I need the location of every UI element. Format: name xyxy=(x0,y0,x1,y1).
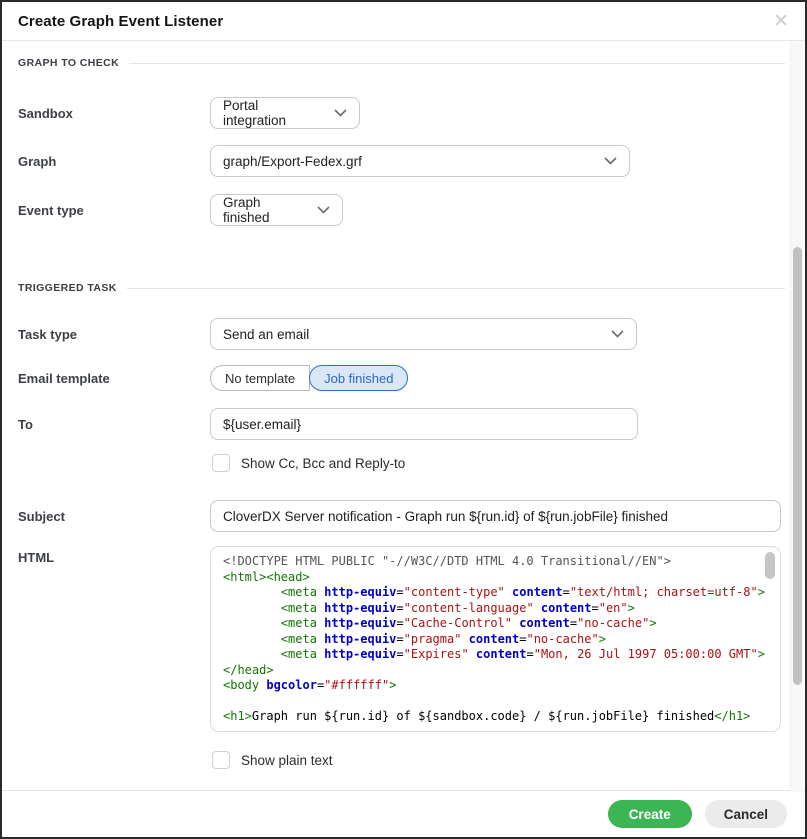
page-scrollbar[interactable] xyxy=(790,41,803,792)
field-row-graph: Graph graph/Export-Fedex.grf xyxy=(18,145,789,177)
section-triggered-task: TRIGGERED TASK xyxy=(18,282,789,294)
no-template-option[interactable]: No template xyxy=(210,365,310,391)
field-row-event-type: Event type Graph finished xyxy=(18,194,789,226)
chevron-down-icon xyxy=(334,109,347,117)
dialog-body: GRAPH TO CHECK Sandbox Portal integratio… xyxy=(2,41,805,769)
email-template-label: Email template xyxy=(18,371,210,386)
field-row-sandbox: Sandbox Portal integration xyxy=(18,97,789,129)
close-icon[interactable]: ✕ xyxy=(773,12,789,31)
code-line: <meta http-equiv="content-language" cont… xyxy=(223,601,768,617)
code-line: <html><head> xyxy=(223,570,768,586)
field-row-to: To xyxy=(18,408,789,440)
code-line: <meta http-equiv="Expires" content="Mon,… xyxy=(223,647,768,663)
subject-label: Subject xyxy=(18,509,210,524)
page-scrollbar-thumb[interactable] xyxy=(793,247,802,685)
show-cc-checkbox[interactable] xyxy=(212,454,230,472)
cc-bcc-checkbox-row: Show Cc, Bcc and Reply-to xyxy=(18,454,789,472)
email-template-toggle: No template Job finished xyxy=(210,365,408,391)
chevron-down-icon xyxy=(611,330,624,338)
task-type-select[interactable]: Send an email xyxy=(210,318,637,350)
field-row-email-template: Email template No template Job finished xyxy=(18,365,789,391)
event-type-selected-value: Graph finished xyxy=(223,195,305,225)
job-finished-option[interactable]: Job finished xyxy=(309,365,408,391)
sandbox-label: Sandbox xyxy=(18,106,210,121)
editor-scrollbar-thumb[interactable] xyxy=(765,552,775,579)
html-code-editor[interactable]: <!DOCTYPE HTML PUBLIC "-//W3C//DTD HTML … xyxy=(210,546,781,732)
field-row-task-type: Task type Send an email xyxy=(18,318,789,350)
show-cc-checkbox-label: Show Cc, Bcc and Reply-to xyxy=(241,456,405,471)
code-line: <meta http-equiv="pragma" content="no-ca… xyxy=(223,632,768,648)
sandbox-selected-value: Portal integration xyxy=(223,98,322,128)
code-content[interactable]: <!DOCTYPE HTML PUBLIC "-//W3C//DTD HTML … xyxy=(211,547,780,732)
code-line: <body bgcolor="#ffffff"> xyxy=(223,678,768,694)
field-row-subject: Subject xyxy=(18,500,789,532)
field-row-html: HTML <!DOCTYPE HTML PUBLIC "-//W3C//DTD … xyxy=(18,546,789,732)
create-button[interactable]: Create xyxy=(608,800,692,828)
subject-input[interactable] xyxy=(210,500,781,532)
dialog-footer: Create Cancel xyxy=(2,790,805,837)
task-type-label: Task type xyxy=(18,327,210,342)
code-line xyxy=(223,694,768,710)
code-line: <!DOCTYPE HTML PUBLIC "-//W3C//DTD HTML … xyxy=(223,554,768,570)
plain-text-checkbox-row: Show plain text xyxy=(18,751,789,769)
code-line: <meta http-equiv="content-type" content=… xyxy=(223,585,768,601)
section-title: TRIGGERED TASK xyxy=(18,282,117,294)
code-line: </head> xyxy=(223,663,768,679)
event-type-label: Event type xyxy=(18,203,210,218)
code-line: <h1>Graph run ${run.id} of ${sandbox.cod… xyxy=(223,709,768,725)
code-line: <meta http-equiv="Cache-Control" content… xyxy=(223,616,768,632)
graph-select[interactable]: graph/Export-Fedex.grf xyxy=(210,145,630,177)
chevron-down-icon xyxy=(604,157,617,165)
section-divider xyxy=(127,288,785,289)
html-label: HTML xyxy=(18,546,210,565)
show-plain-text-checkbox[interactable] xyxy=(212,751,230,769)
show-plain-text-checkbox-label: Show plain text xyxy=(241,753,333,768)
graph-label: Graph xyxy=(18,154,210,169)
to-label: To xyxy=(18,417,210,432)
create-graph-event-listener-dialog: Create Graph Event Listener ✕ GRAPH TO C… xyxy=(0,0,807,839)
chevron-down-icon xyxy=(317,206,330,214)
cancel-button[interactable]: Cancel xyxy=(705,800,787,828)
to-input[interactable] xyxy=(210,408,638,440)
graph-selected-value: graph/Export-Fedex.grf xyxy=(223,154,362,169)
section-divider xyxy=(129,63,785,64)
sandbox-select[interactable]: Portal integration xyxy=(210,97,360,129)
dialog-header: Create Graph Event Listener ✕ xyxy=(2,2,805,41)
event-type-select[interactable]: Graph finished xyxy=(210,194,343,226)
task-type-selected-value: Send an email xyxy=(223,327,309,342)
section-title: GRAPH TO CHECK xyxy=(18,57,119,69)
section-graph-to-check: GRAPH TO CHECK xyxy=(18,57,789,69)
page-title: Create Graph Event Listener xyxy=(18,13,223,30)
